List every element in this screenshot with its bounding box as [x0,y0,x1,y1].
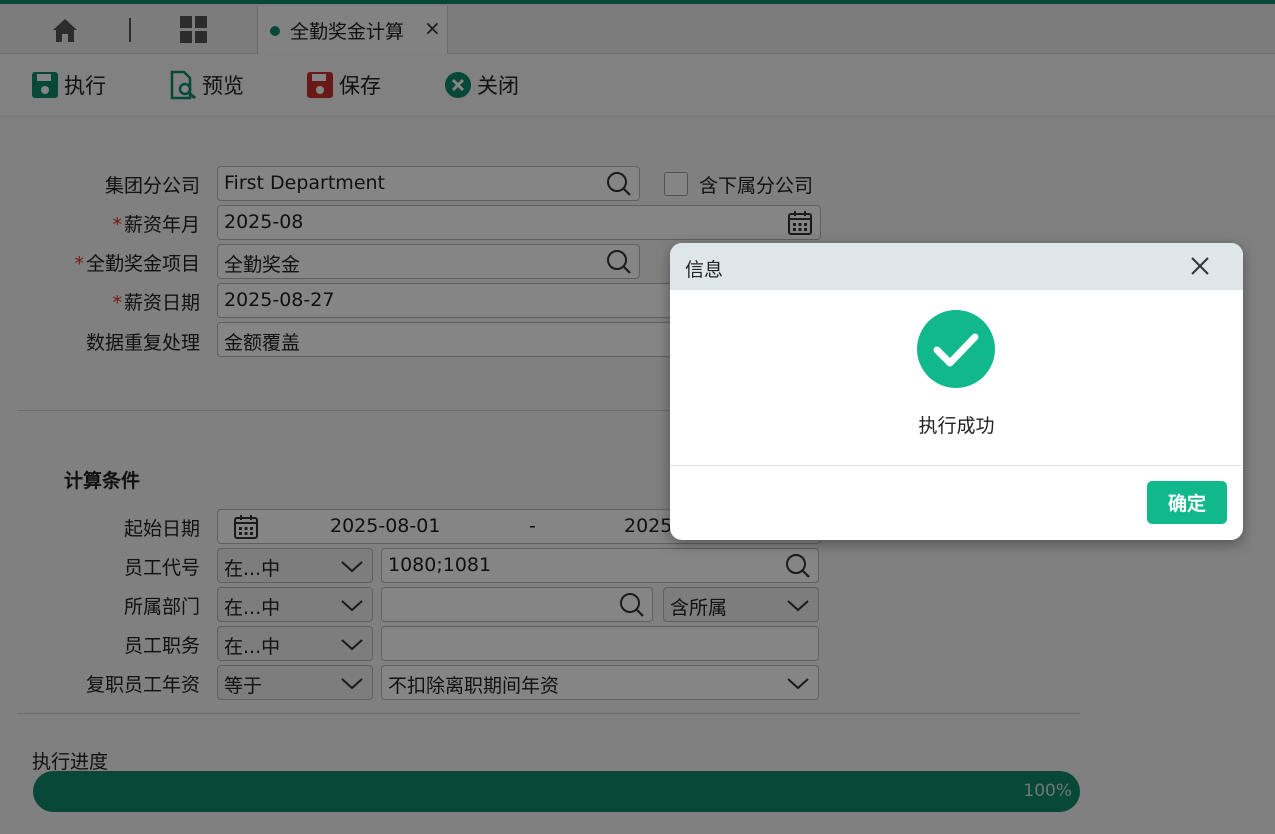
dialog-title: 信息 [685,259,724,281]
dialog-divider [670,465,1243,466]
info-dialog: 信息 执行成功 确定 [670,243,1243,540]
confirm-button[interactable]: 确定 [1147,481,1227,524]
dialog-header: 信息 [670,243,1243,290]
close-icon[interactable] [1188,254,1212,278]
success-check-icon [917,310,995,388]
dialog-message: 执行成功 [918,415,995,437]
